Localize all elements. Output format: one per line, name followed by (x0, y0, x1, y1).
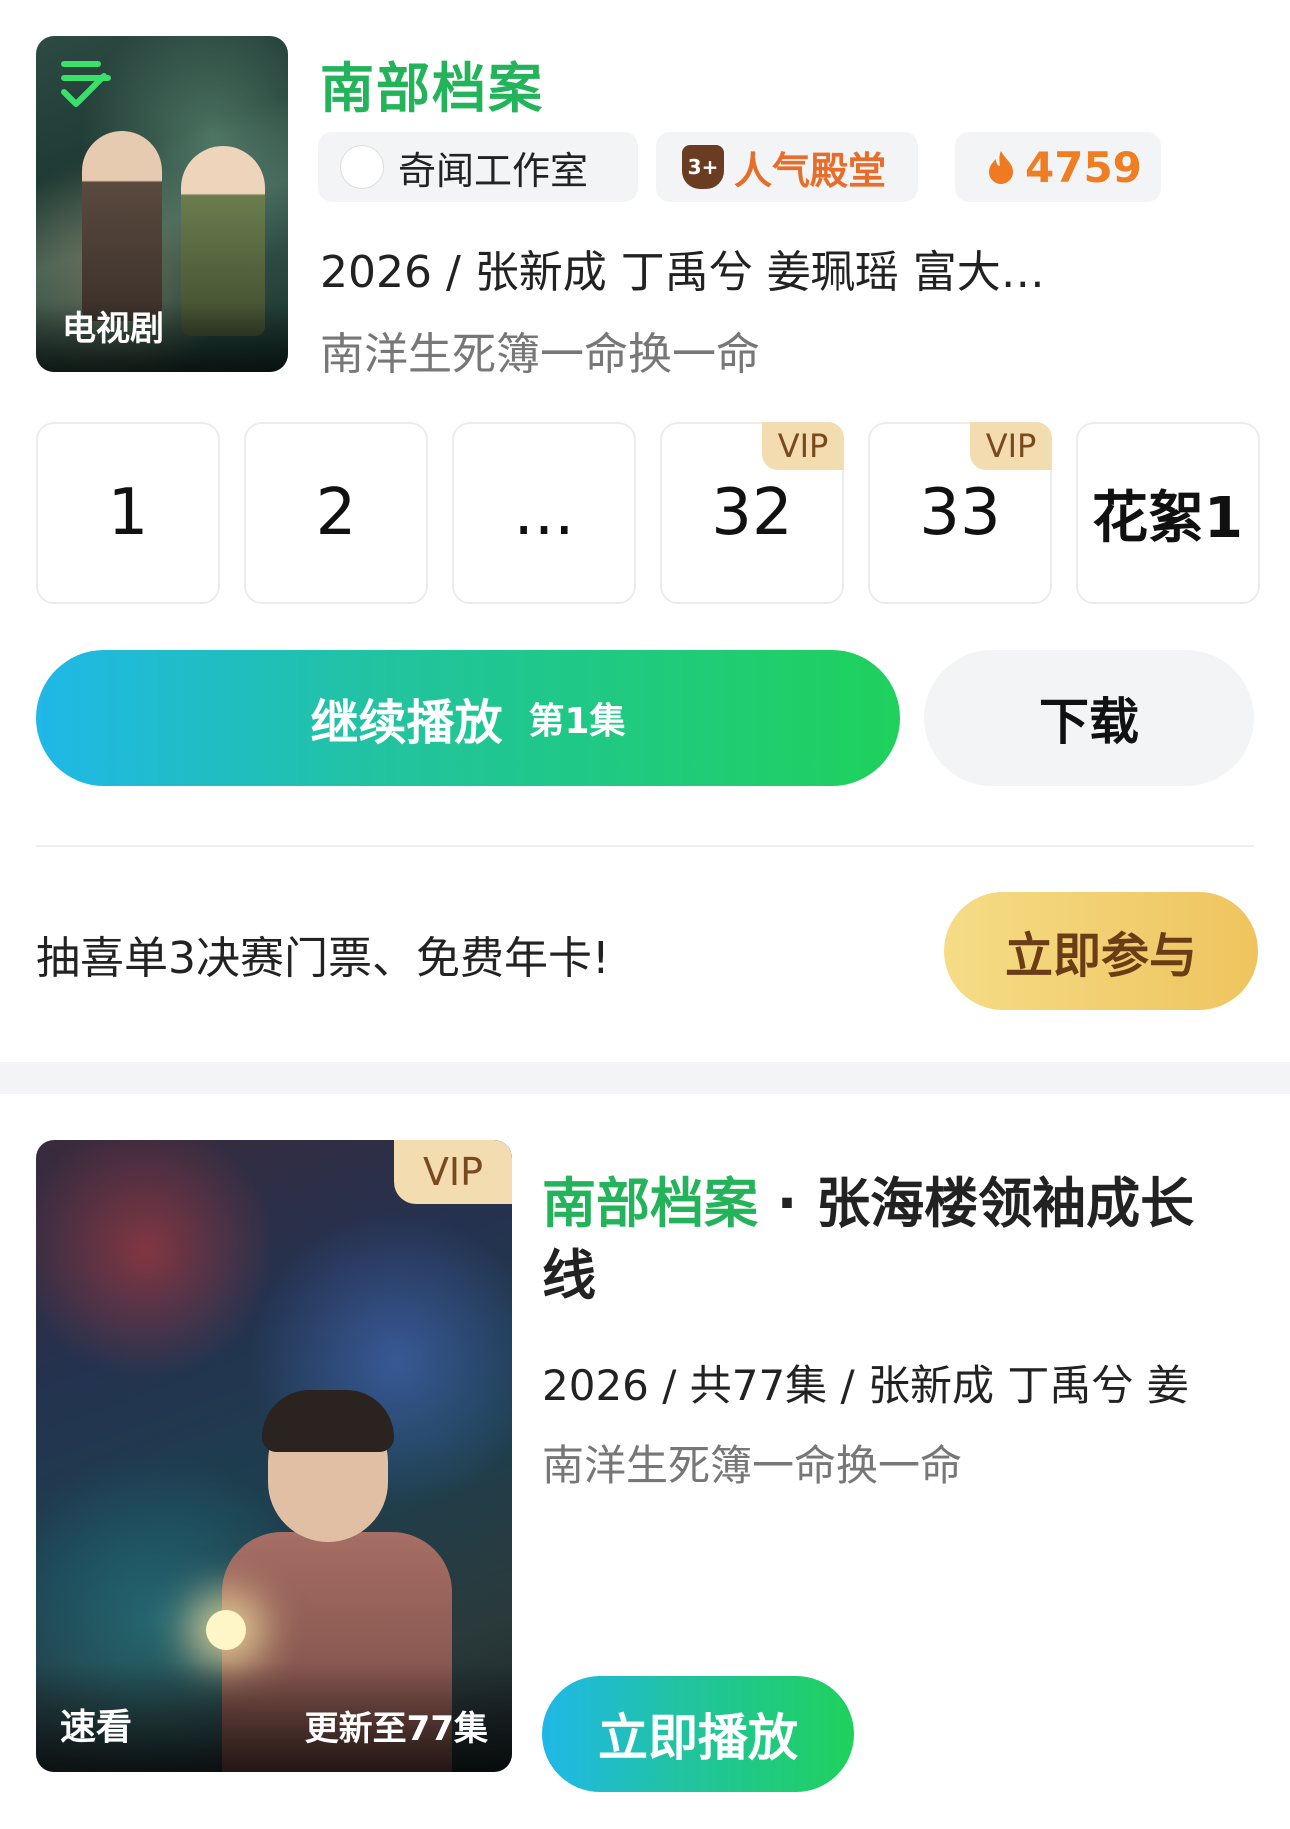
show-title[interactable]: 南部档案 (320, 44, 544, 123)
clip-poster-thumbnail[interactable]: VIP 速看 更新至77集 (36, 1140, 512, 1772)
video-card-main: 电视剧 南部档案 奇闻工作室 3+ 人气殿堂 4759 2026 / 张新成 丁… (0, 0, 1290, 1062)
poster-figure-left (82, 131, 162, 321)
divider (36, 845, 1254, 847)
studio-name: 奇闻工作室 (398, 148, 589, 193)
heat-value: 4759 (1025, 142, 1142, 192)
clip-description: 南洋生死簿一命换一命 (542, 1441, 963, 1490)
play-now-button[interactable]: 立即播放 (542, 1676, 854, 1792)
promo-text: 抽喜单3决赛门票、免费年卡! (36, 933, 610, 984)
studio-logo-icon (340, 145, 384, 189)
heat-tag[interactable]: 4759 (955, 132, 1161, 202)
studio-tag[interactable]: 奇闻工作室 (318, 132, 638, 202)
vip-badge: VIP (394, 1140, 512, 1204)
episode-label: 2 (315, 476, 357, 550)
episode-extras-button[interactable]: 花絮1 (1076, 422, 1260, 604)
episode-label: 1 (107, 476, 149, 550)
episode-more-button[interactable]: ... (452, 422, 636, 604)
poster-badge-label: 电视剧 (62, 309, 164, 349)
episode-label: 32 (711, 476, 793, 550)
continue-play-label: 继续播放 (310, 695, 503, 751)
join-now-button[interactable]: 立即参与 (944, 892, 1258, 1010)
update-status: 更新至77集 (304, 1709, 488, 1749)
rank-tag[interactable]: 3+ 人气殿堂 (656, 132, 918, 202)
poster-figure-hair (262, 1390, 394, 1452)
clip-title-show: 南部档案 (542, 1172, 758, 1235)
section-gap (0, 1062, 1290, 1094)
rank-shield-icon: 3+ (682, 145, 724, 189)
vip-badge: VIP (762, 422, 844, 470)
episode-button[interactable]: 33 VIP (868, 422, 1052, 604)
episode-button[interactable]: 2 (244, 422, 428, 604)
flashlight-glow (206, 1610, 246, 1650)
episode-button[interactable]: 1 (36, 422, 220, 604)
flame-icon (989, 151, 1013, 184)
download-button[interactable]: 下载 (924, 650, 1254, 786)
continue-play-button[interactable]: 继续播放 第1集 (36, 650, 900, 786)
episode-label: 33 (919, 476, 1001, 550)
clip-title[interactable]: 南部档案 · 张海楼领袖成长线 (542, 1168, 1242, 1312)
clip-meta: 2026 / 共77集 / 张新成 丁禹兮 姜 (542, 1361, 1189, 1410)
episode-label: ... (513, 476, 575, 550)
show-meta: 2026 / 张新成 丁禹兮 姜珮瑶 富大… (320, 247, 1045, 298)
episode-button[interactable]: 32 VIP (660, 422, 844, 604)
poster-badge: 电视剧 (36, 302, 288, 372)
rank-label: 人气殿堂 (734, 148, 887, 193)
vip-badge: VIP (970, 422, 1052, 470)
poster-thumbnail[interactable]: 电视剧 (36, 36, 288, 372)
show-description: 南洋生死簿一命换一命 (320, 329, 760, 380)
fast-watch-label: 速看 (60, 1707, 133, 1748)
continue-play-episode: 第1集 (528, 701, 626, 742)
check-list-icon (61, 61, 111, 107)
episode-label: 花絮1 (1092, 485, 1243, 551)
